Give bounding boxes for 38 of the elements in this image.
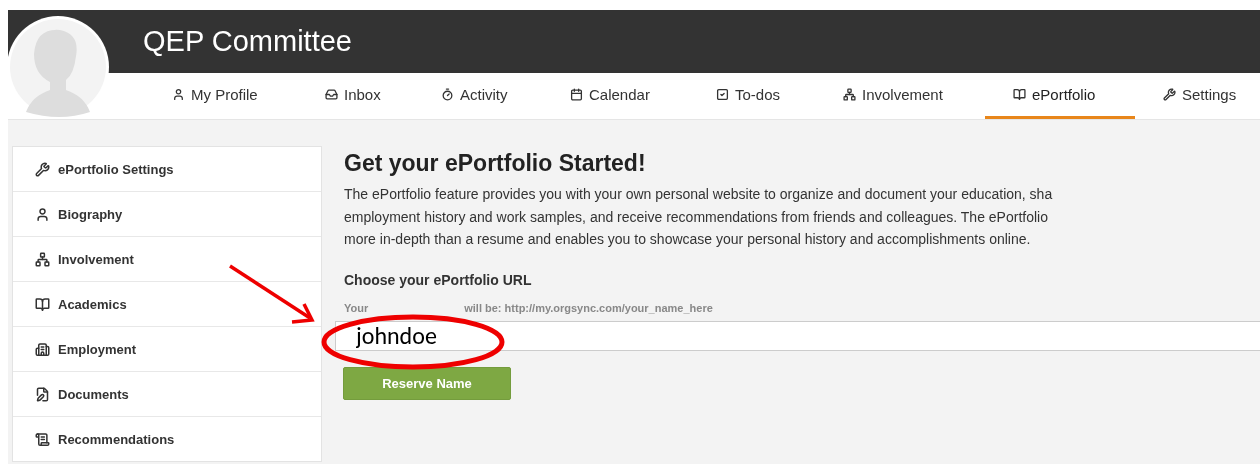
nav-tab[interactable]: Involvement [843, 73, 985, 119]
wrench-icon [1163, 88, 1176, 101]
nav-tab[interactable]: Inbox [325, 73, 441, 119]
building-icon [35, 341, 50, 357]
person-icon [172, 88, 185, 101]
sidebar-item[interactable]: ePortfolio Settings [13, 147, 321, 192]
url-hint: will be: http://my.orgsync.com/your_name_here [464, 301, 713, 314]
sidebar-item[interactable]: Academics [13, 282, 321, 327]
paragraph-line: The ePortfolio feature provides you with your own personal website to organize and document your education, sha [344, 185, 1054, 204]
checkbox-icon [716, 88, 729, 101]
field-label: Choose your ePortfolio URL [344, 271, 533, 288]
book-icon [35, 296, 50, 312]
scroll-icon [35, 431, 50, 447]
calendar-icon [570, 88, 583, 101]
nav-tab[interactable]: My Profile [172, 73, 325, 119]
nav-tab[interactable]: Calendar [570, 73, 716, 119]
sidebar-item[interactable]: Involvement [13, 237, 321, 282]
url-input-field[interactable]: johndoe [335, 320, 1260, 351]
edit-icon [35, 386, 50, 402]
paragraph-line: employment history and work samples, and receive recommendations from friends and colleagues. The ePortfolio [344, 207, 1049, 227]
network-icon [35, 251, 50, 267]
section-heading: Get your ePortfolio Started! [344, 150, 647, 177]
sidebar-item[interactable]: Biography [13, 192, 321, 237]
stopwatch-icon [441, 88, 454, 101]
sidebar-item[interactable]: Documents [13, 372, 321, 417]
inbox-icon [325, 88, 338, 101]
url-hint: Your [344, 301, 369, 314]
person-icon [35, 206, 50, 222]
sidebar-item[interactable]: Employment [13, 327, 321, 372]
network-icon [843, 88, 856, 101]
wrench-icon [35, 161, 50, 177]
nav-tab[interactable]: Activity [441, 73, 570, 119]
paragraph-line: more in-depth than a resume and enables you to showcase your personal history and accomplishments online. [344, 230, 1032, 249]
page-title: QEP Committee [143, 25, 352, 58]
book-icon [1013, 88, 1026, 101]
nav-tab[interactable]: To-dos [716, 73, 843, 119]
sidebar-item[interactable]: Recommendations [13, 417, 321, 461]
nav-tab[interactable]: Settings [1135, 73, 1255, 119]
